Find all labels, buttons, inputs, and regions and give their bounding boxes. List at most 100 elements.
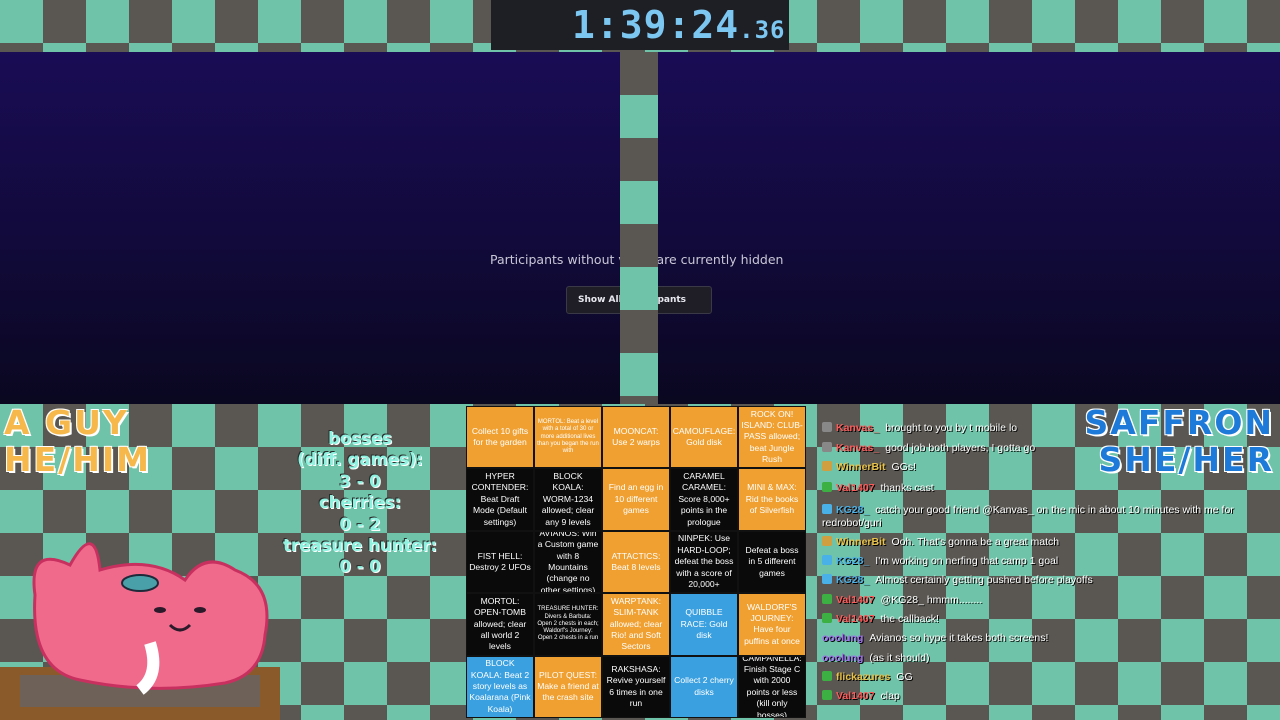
user-badge-icon: [822, 613, 832, 623]
chat-username[interactable]: WinnerBit: [836, 461, 886, 473]
user-badge-icon: [822, 536, 832, 546]
user-badge-icon: [822, 594, 832, 604]
hidden-participants-message: Participants without video are currently…: [490, 252, 620, 267]
mascot-illustration: [0, 542, 280, 720]
bingo-cell: BLOCK KOALA: Beat 2 story levels as Koal…: [466, 655, 534, 718]
timer-main: 1:39:24: [572, 3, 740, 47]
bosses-label: bosses: [328, 429, 392, 448]
chat-message: Kanvas_ brought to you by t mobile lo: [822, 422, 1274, 435]
bingo-cell: MOONCAT: Use 2 warps: [602, 406, 670, 469]
chat-message: Val1407 @KG28_ hmmm........: [822, 594, 1274, 607]
bingo-cell: FIST HELL: Destroy 2 UFOs: [466, 530, 534, 594]
chat-text: Avianos so hype it takes both screens!: [869, 632, 1049, 644]
chat-username[interactable]: Val1407: [836, 613, 875, 625]
chat-username[interactable]: Val1407: [836, 594, 875, 606]
chat-text: Almost certainly getting pushed before p…: [875, 574, 1093, 586]
chat-username[interactable]: ooolung: [822, 632, 863, 644]
chat-username[interactable]: KG28_: [836, 504, 869, 516]
chat-message: ooolung (as it should): [822, 652, 1274, 665]
chat-text: @KG28_ hmmm........: [880, 594, 983, 606]
bingo-cell: BLOCK KOALA: WORM-1234 allowed; clear an…: [534, 468, 602, 531]
chat-username[interactable]: Kanvas_: [836, 442, 879, 454]
bingo-board: Collect 10 gifts for the garden MORTOL: B…: [466, 406, 806, 718]
user-badge-icon: [822, 574, 832, 584]
chat-message: KG28_ Almost certainly getting pushed bef…: [822, 574, 1274, 587]
cherries-score: 0 - 2: [339, 514, 381, 534]
chat-message: WinnerBit GGs!: [822, 461, 1274, 474]
chat-message: Val1407 the callback!: [822, 613, 1274, 626]
bingo-cell: CAMOUFLAGE: Gold disk: [670, 406, 738, 469]
show-all-participants-button[interactable]: Show All Participants: [658, 286, 712, 314]
bingo-cell: TREASURE HUNTER: Divers & Barbuta: Open …: [534, 593, 602, 656]
chat-panel: Kanvas_ brought to you by t mobile lo Kanv…: [822, 418, 1274, 718]
chat-text: GG: [896, 671, 913, 683]
chat-message: Val1407 clap: [822, 690, 1274, 703]
scoreboard: bosses (diff. games): 3 - 0 cherries: 0 …: [255, 428, 465, 578]
player-left-nameplate: A GUY HE/HIM: [4, 404, 151, 478]
bingo-cell: ROCK ON! ISLAND: CLUB-PASS allowed; beat…: [738, 406, 806, 469]
bingo-cell: Find an egg in 10 different games: [602, 468, 670, 531]
video-call-right: Participants without video are currently…: [658, 52, 1280, 404]
bosses-score: 3 - 0: [339, 471, 381, 491]
chat-message: ooolung Avianos so hype it takes both scr…: [822, 632, 1274, 645]
chat-username[interactable]: Kanvas_: [836, 422, 879, 434]
chat-text: I'm working on nerfing that camp 1 goal: [875, 555, 1059, 567]
chat-message: Kanvas_ good job both players, I gotta go: [822, 442, 1274, 455]
creature-eye-left: [154, 607, 166, 613]
chat-text: clap: [880, 690, 900, 702]
chat-text: brought to you by t mobile lo: [885, 422, 1018, 434]
chat-text: thanks cast: [880, 482, 934, 494]
chat-text: (as it should): [869, 652, 930, 664]
bingo-cell: QUIBBLE RACE: Gold disk: [670, 593, 738, 656]
bingo-cell: RAKSHASA: Revive yourself 6 times in one…: [602, 655, 670, 718]
ufo-hat-icon: [121, 574, 159, 592]
user-badge-icon: [822, 690, 832, 700]
bingo-cell: WALDORF'S JOURNEY: Have four puffins at …: [738, 593, 806, 656]
treasure-hunter-score: 0 - 0: [339, 557, 381, 577]
run-timer: 1:39:24.36: [572, 2, 786, 48]
user-badge-icon: [822, 504, 832, 514]
show-all-participants-button[interactable]: Show All Participants: [566, 286, 620, 314]
chat-message: WinnerBit Ooh. That's gonna be a great ma…: [822, 536, 1274, 549]
chat-message: KG28_ I'm working on nerfing that camp 1 …: [822, 555, 1274, 568]
cherries-label: cherries:: [318, 493, 402, 513]
chat-username[interactable]: Val1407: [836, 482, 875, 494]
user-badge-icon: [822, 442, 832, 452]
user-badge-icon: [822, 482, 832, 492]
timer-fraction: .36: [739, 16, 786, 44]
bingo-cell: MORTOL: Beat a level with a total of 30 …: [534, 406, 602, 469]
chat-username[interactable]: KG28_: [836, 555, 869, 567]
chat-message: KG28_ catch your good friend @Kanvas_ on …: [822, 504, 1274, 530]
treasure-hunter-label: treasure hunter:: [282, 536, 438, 556]
chat-text: good job both players, I gotta go: [885, 442, 1036, 454]
chat-username[interactable]: Val1407: [836, 690, 875, 702]
center-divider: [620, 52, 658, 404]
player-left-name: A GUY: [4, 403, 129, 442]
chat-username[interactable]: flickazures: [836, 671, 890, 683]
hidden-participants-message: Participants without video are currently…: [658, 252, 784, 267]
bingo-cell: AVIANOS: Win a Custom game with 8 Mounta…: [534, 530, 602, 594]
user-badge-icon: [822, 555, 832, 565]
creature-eye-right: [194, 607, 206, 613]
bingo-cell: ATTACTICS: Beat 8 levels: [602, 530, 670, 594]
bingo-cell: Collect 2 cherry disks: [670, 655, 738, 718]
bingo-cell: MORTOL: OPEN-TOMB allowed; clear all wor…: [466, 593, 534, 656]
chat-username[interactable]: ooolung: [822, 652, 863, 664]
video-call-left: Participants without video are currently…: [0, 52, 620, 404]
chat-username[interactable]: WinnerBit: [836, 536, 886, 548]
bingo-cell: NINPEK: Use HARD-LOOP; defeat the boss w…: [670, 530, 738, 594]
bosses-note: (diff. games):: [297, 450, 423, 470]
bingo-cell: PILOT QUEST: Make a friend at the crash …: [534, 655, 602, 718]
bingo-cell: WARPTANK: SLIM-TANK allowed; clear Rio! …: [602, 593, 670, 656]
bingo-cell: Collect 10 gifts for the garden: [466, 406, 534, 469]
chat-message: Val1407 thanks cast: [822, 482, 1274, 495]
bingo-cell: Defeat a boss in 5 different games: [738, 530, 806, 594]
user-badge-icon: [822, 422, 832, 432]
user-badge-icon: [822, 461, 832, 471]
chat-message: flickazures GG: [822, 671, 1274, 684]
user-badge-icon: [822, 671, 832, 681]
bingo-cell: CAMPANELLA: Finish Stage C with 2000 poi…: [738, 655, 806, 718]
bingo-cell: HYPER CONTENDER: Beat Draft Mode (Defaul…: [466, 468, 534, 531]
bingo-cell: CARAMEL CARAMEL: Score 8,000+ points in …: [670, 468, 738, 531]
chat-username[interactable]: KG28_: [836, 574, 869, 586]
